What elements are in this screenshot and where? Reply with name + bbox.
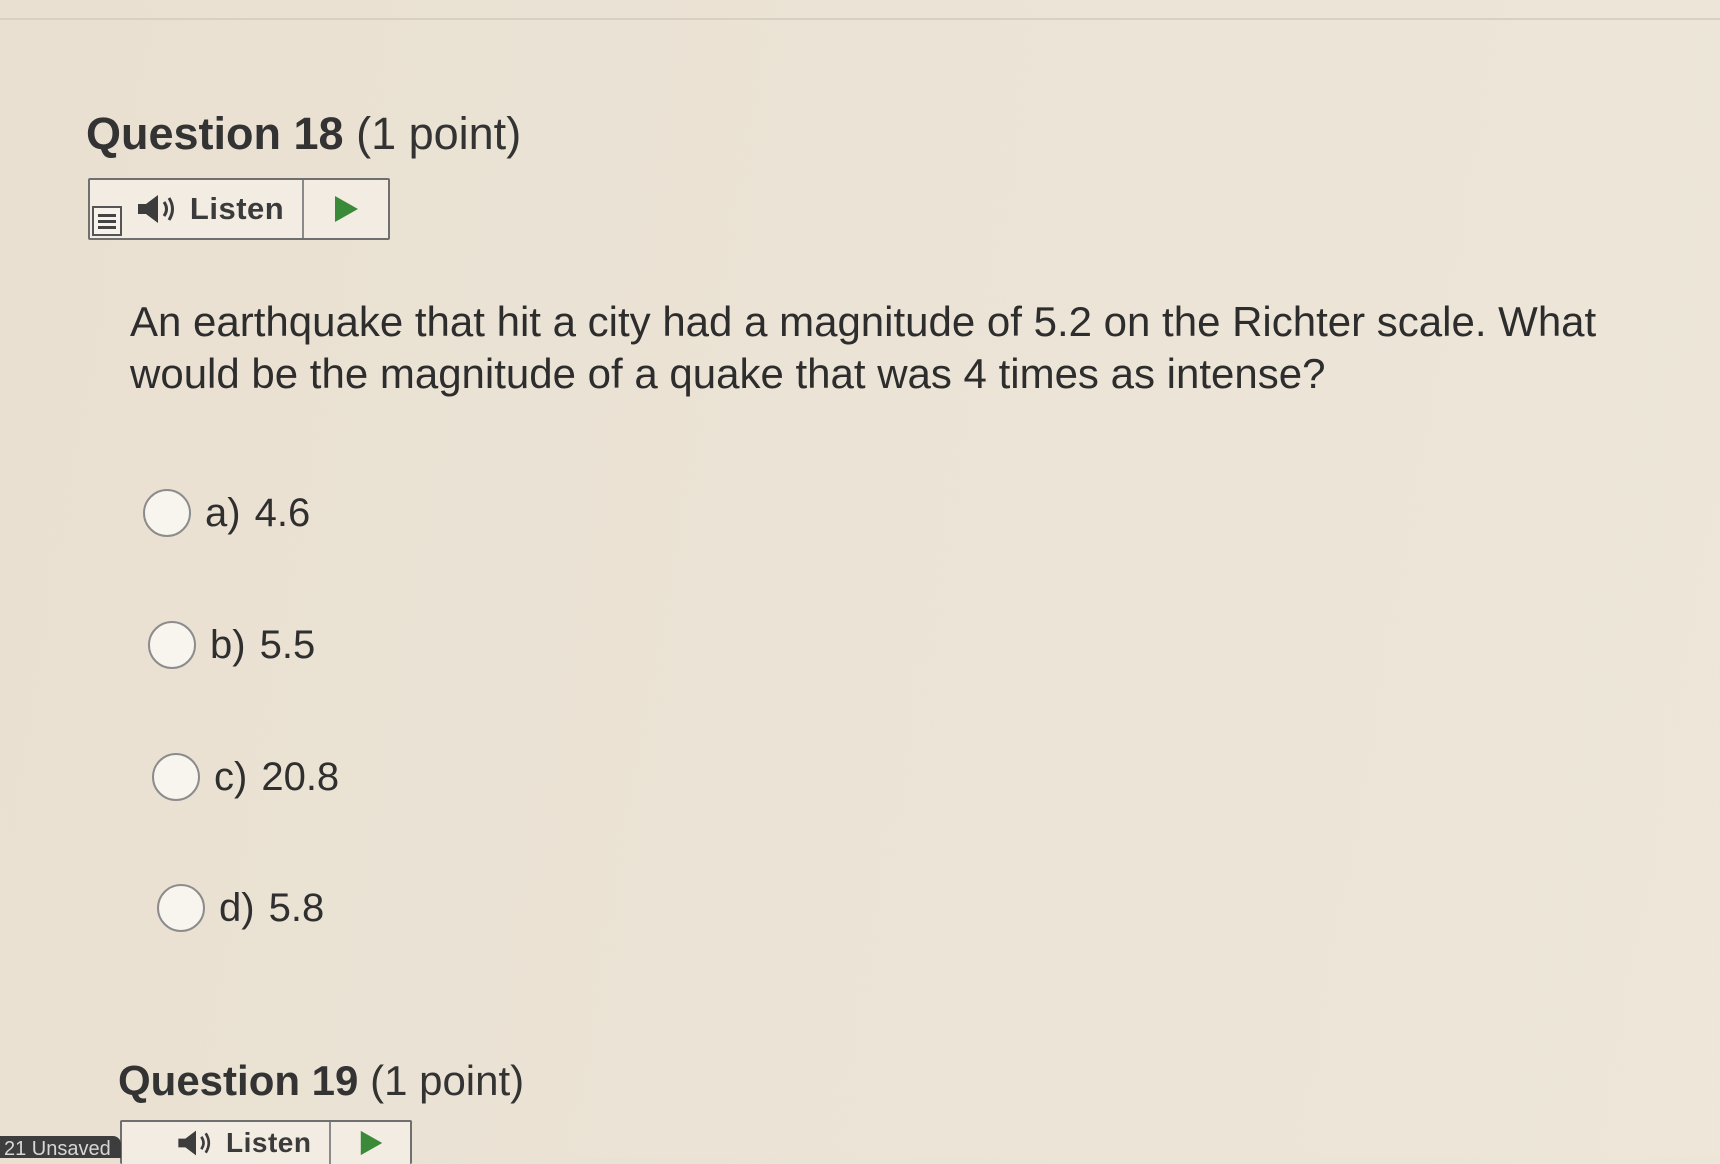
question-number: Question 19 (118, 1057, 359, 1104)
option-letter: c) (214, 754, 248, 799)
speaker-icon (178, 1130, 211, 1156)
radio-button[interactable] (152, 753, 200, 801)
question-points: (1 point) (370, 1057, 525, 1104)
listen-label: Listen (189, 191, 285, 226)
question-prompt: An earthquake that hit a city had a magn… (130, 298, 1597, 397)
radio-button[interactable] (143, 489, 191, 537)
listen-label: Listen (226, 1127, 312, 1158)
question-19-heading: Question 19 (1 point) (118, 1057, 524, 1105)
option-letter: b) (210, 622, 246, 667)
speaker-icon (137, 195, 174, 223)
answer-option-d[interactable]: d) 5.8 (157, 884, 324, 932)
play-button[interactable] (304, 180, 388, 238)
option-letter: a) (205, 490, 241, 535)
unsaved-indicator[interactable]: 21 Unsaved (0, 1136, 121, 1158)
option-value: 20.8 (261, 754, 340, 799)
menu-icon (92, 206, 122, 236)
option-value: 5.8 (268, 885, 325, 930)
option-value: 5.5 (259, 622, 316, 667)
play-icon (360, 1130, 382, 1156)
answer-option-b[interactable]: b) 5.5 (148, 621, 315, 669)
question-points: (1 point) (356, 108, 522, 159)
listen-button[interactable]: Listen (126, 180, 305, 238)
menu-button[interactable] (90, 180, 126, 238)
option-value: 4.6 (254, 490, 311, 535)
question-number: Question 18 (86, 108, 344, 159)
option-letter: d) (219, 885, 255, 930)
top-divider (0, 18, 1720, 20)
answer-option-a[interactable]: a) 4.6 (143, 489, 310, 537)
play-icon (335, 196, 359, 222)
radio-button[interactable] (148, 621, 196, 669)
listen-toolbar-q19: Listen (120, 1120, 412, 1164)
question-18-heading: Question 18 (1 point) (86, 108, 521, 160)
listen-toolbar: Listen (88, 178, 390, 240)
radio-button[interactable] (157, 884, 205, 932)
answer-option-c[interactable]: c) 20.8 (152, 753, 339, 801)
